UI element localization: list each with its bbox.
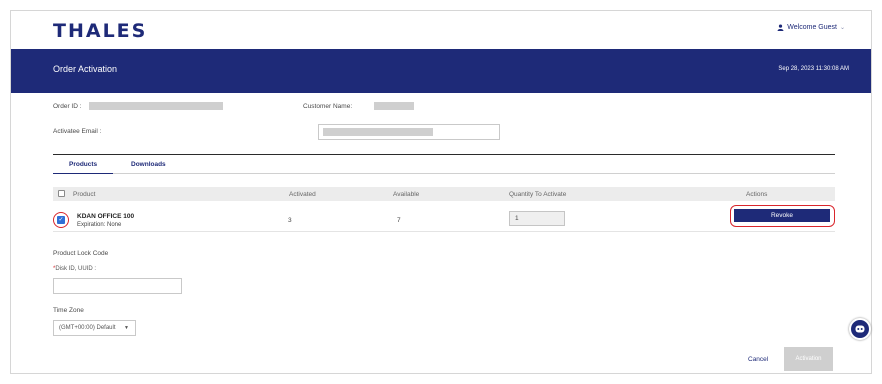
caret-down-icon: ▼: [124, 325, 129, 331]
revoke-highlight: Revoke: [730, 205, 835, 227]
user-menu[interactable]: Welcome Guest ⌄: [777, 24, 845, 31]
disk-id-input[interactable]: [53, 278, 182, 294]
app-frame: THALES Welcome Guest ⌄ Order Activation …: [10, 10, 872, 374]
page-title: Order Activation: [53, 64, 118, 74]
product-name: KDAN OFFICE 100: [77, 213, 135, 220]
table-row: ✓ KDAN OFFICE 100 Expiration: None 3 7 1…: [53, 204, 835, 232]
chevron-down-icon: ⌄: [839, 25, 845, 31]
disk-id-label: *Disk ID, UUID :: [53, 266, 96, 272]
chat-bubble[interactable]: [849, 318, 871, 340]
tab-products[interactable]: Products: [52, 161, 114, 174]
revoke-button[interactable]: Revoke: [734, 209, 830, 222]
col-product: Product: [73, 191, 96, 198]
select-all-checkbox[interactable]: [58, 190, 65, 197]
col-actions: Actions: [746, 191, 768, 198]
table-header: Product Activated Available Quantity To …: [53, 187, 835, 201]
available-count: 7: [397, 217, 401, 224]
order-id-label: Order ID :: [53, 103, 82, 110]
time-zone-value: (GMT+00:00) Default: [59, 325, 116, 331]
customer-name-label: Customer Name:: [303, 103, 353, 110]
activatee-email-label: Activatee Email :: [53, 128, 102, 135]
email-redacted: [323, 128, 433, 136]
col-quantity: Quantity To Activate: [509, 191, 567, 198]
tab-downloads[interactable]: Downloads: [131, 161, 166, 168]
time-zone-label: Time Zone: [53, 307, 84, 314]
timestamp: Sep 28, 2023 11:30:08 AM: [778, 66, 849, 72]
page-header: Order Activation Sep 28, 2023 11:30:08 A…: [11, 49, 871, 93]
time-zone-select[interactable]: (GMT+00:00) Default ▼: [53, 320, 136, 336]
product-lock-code-label: Product Lock Code: [53, 250, 109, 257]
quantity-input[interactable]: 1: [509, 211, 565, 226]
col-available: Available: [393, 191, 420, 198]
row-checkbox[interactable]: ✓: [57, 216, 65, 224]
user-icon: [777, 24, 784, 31]
customer-name-redacted: [374, 102, 414, 110]
disk-id-label-text: Disk ID, UUID :: [55, 266, 97, 272]
user-menu-label: Welcome Guest: [787, 24, 837, 31]
order-id-redacted: [89, 102, 223, 110]
tab-bar: Products Downloads: [52, 154, 835, 174]
activation-button[interactable]: Activation: [784, 347, 833, 371]
chat-bot-icon: [855, 325, 865, 333]
activated-count: 3: [288, 217, 292, 224]
cancel-button[interactable]: Cancel: [748, 356, 768, 363]
product-expiration: Expiration: None: [77, 222, 122, 228]
thales-logo[interactable]: THALES: [53, 20, 147, 42]
top-bar: THALES Welcome Guest ⌄: [11, 11, 871, 49]
activatee-email-field[interactable]: [318, 124, 500, 140]
col-activated: Activated: [289, 191, 316, 198]
